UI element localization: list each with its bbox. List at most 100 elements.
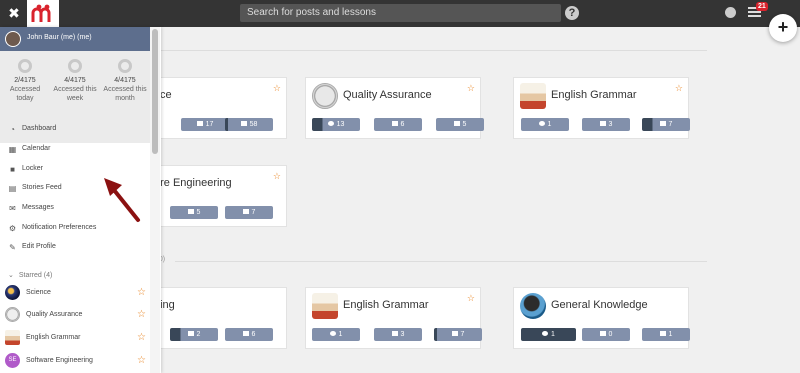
course-avatar [520,83,546,109]
star-icon[interactable]: ☆ [273,171,281,182]
star-icon[interactable]: ☆ [467,83,475,94]
course-avatar [312,293,338,319]
book-icon [196,121,203,126]
lessons-count[interactable]: 3 [582,118,630,131]
course-title: are Engineering [154,177,232,189]
starred-item-english-grammar[interactable]: English Grammar ☆ [0,327,150,349]
star-icon[interactable]: ☆ [273,83,281,94]
speech-bubble-icon [542,331,549,336]
posts-count[interactable]: 7 [434,328,482,341]
course-title: English Grammar [343,299,429,311]
course-avatar [5,307,20,322]
speech-bubble-icon [538,121,545,126]
annotation-arrow-icon [104,178,140,222]
course-title: Quality Assurance [343,89,432,101]
lessons-count[interactable]: 0 [582,328,630,341]
avatar [5,31,21,47]
discussions-count[interactable]: 13 [312,118,360,131]
chevron-down-icon: ⌄ [8,272,14,279]
app-logo[interactable] [27,0,59,27]
course-card[interactable]: General Knowledge 1 0 1 [513,287,690,349]
starred-item-software-engineering[interactable]: SE Software Engineering ☆ [0,350,150,372]
search-input[interactable]: Search for posts and lessons [240,4,561,22]
course-avatar [5,285,20,300]
stat-month: 4/4175 Accessed this month [101,59,149,103]
book-icon [187,331,194,336]
folder-icon: ■ [10,165,15,174]
speech-bubble-icon [327,121,334,126]
sidebar-item-calendar[interactable]: ▦ Calendar [0,141,150,159]
document-icon [240,121,247,126]
lessons-count[interactable]: 3 [374,328,422,341]
notification-badge: 21 [756,2,768,11]
star-icon[interactable]: ☆ [137,287,146,298]
add-button[interactable]: + [769,14,797,42]
progress-ring-icon [68,59,82,73]
globe-icon[interactable] [725,7,736,18]
course-card[interactable]: English Grammar ☆ 1 3 7 [513,77,690,139]
book-icon [391,331,398,336]
posts-count[interactable]: 6 [225,328,273,341]
cogs-icon: ⚙ [8,224,17,233]
star-icon[interactable]: ☆ [675,83,683,94]
course-title: General Knowledge [551,299,648,311]
lessons-count[interactable]: 17 [181,118,229,131]
document-icon [242,209,249,214]
book-icon [391,121,398,126]
star-icon[interactable]: ☆ [137,355,146,366]
book-icon [187,209,194,214]
help-icon[interactable]: ? [565,6,579,20]
starred-item-science[interactable]: Science ☆ [0,282,150,304]
calendar-icon: ▦ [8,145,17,154]
course-title: ce [160,89,172,101]
course-avatar: SE [5,353,20,368]
envelope-icon: ✉ [9,204,16,213]
sidebar-item-edit-profile[interactable]: ✎ Edit Profile [0,239,150,257]
discussions-count[interactable]: 1 [312,328,360,341]
progress-ring-icon [118,59,132,73]
starred-header[interactable]: ⌄ Starred (4) [8,271,52,279]
sidebar-item-dashboard[interactable]: ◔ Dashboard [0,121,150,139]
lessons-count[interactable]: 6 [374,118,422,131]
document-icon [242,331,249,336]
posts-count[interactable]: 1 [642,328,690,341]
section-divider [175,261,707,262]
user-name: John Baur (me) (me) [27,34,92,41]
scrollbar-thumb[interactable] [152,29,158,154]
section-divider [161,50,707,51]
course-avatar [312,83,338,109]
star-icon[interactable]: ☆ [137,309,146,320]
posts-count[interactable]: 7 [642,118,690,131]
lessons-count[interactable]: 2 [170,328,218,341]
posts-count[interactable]: 5 [436,118,484,131]
document-icon [451,331,458,336]
posts-count[interactable]: 7 [225,206,273,219]
discussions-count[interactable]: 1 [521,118,569,131]
profile-header[interactable]: John Baur (me) (me) [0,27,150,51]
document-icon [659,121,666,126]
book-icon [599,331,606,336]
speech-bubble-icon [329,331,336,336]
progress-ring-icon [18,59,32,73]
stories-feed-icon: ▤ [8,184,17,193]
dashboard-icon: ◔ [10,125,15,134]
logo-mark-icon [31,4,51,22]
course-card[interactable]: Quality Assurance ☆ 13 6 5 [305,77,484,139]
posts-count[interactable]: 58 [225,118,273,131]
course-title: English Grammar [551,89,637,101]
stat-week: 4/4175 Accessed this week [51,59,99,103]
star-icon[interactable]: ☆ [467,293,475,304]
book-icon [599,121,606,126]
document-icon [659,331,666,336]
lessons-count[interactable]: 5 [170,206,218,219]
top-bar: ✖ Search for posts and lessons ? 21 [0,0,800,27]
course-avatar [520,293,546,319]
course-card[interactable]: English Grammar ☆ 1 3 7 [305,287,482,349]
discussions-count[interactable]: 1 [521,328,576,341]
star-icon[interactable]: ☆ [137,332,146,343]
close-icon[interactable]: ✖ [6,4,22,22]
stat-today: 2/4175 Accessed today [1,59,49,103]
document-icon [453,121,460,126]
starred-item-quality-assurance[interactable]: Quality Assurance ☆ [0,304,150,326]
wrench-icon: ✎ [9,243,16,252]
